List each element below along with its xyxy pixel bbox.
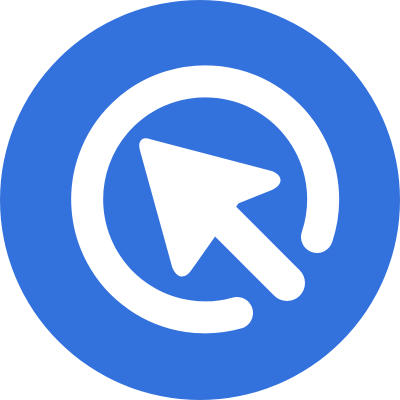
cursor-click-icon [0, 0, 400, 400]
app-logo [0, 0, 400, 400]
